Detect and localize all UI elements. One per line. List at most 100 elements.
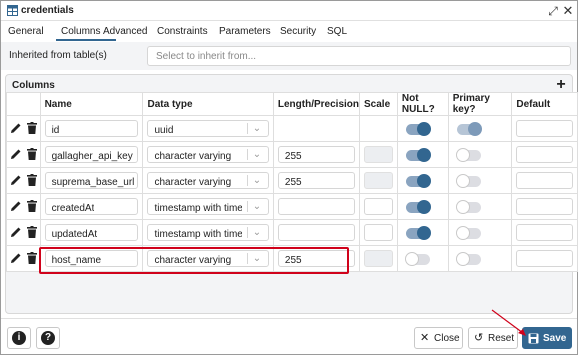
tab-general[interactable]: General bbox=[8, 26, 44, 37]
select-separator bbox=[246, 227, 248, 238]
chevron-down-icon[interactable]: ⌄ bbox=[251, 227, 263, 238]
data-type-select[interactable]: character varying ⌄ bbox=[147, 250, 269, 267]
length-input[interactable] bbox=[277, 198, 356, 215]
tab-columns[interactable]: Columns bbox=[61, 26, 100, 37]
primary-key-toggle[interactable] bbox=[455, 200, 481, 214]
default-input[interactable] bbox=[516, 120, 573, 137]
column-name-input[interactable]: createdAt bbox=[44, 198, 139, 215]
dialog-titlebar: credentials ⤢ ✕ bbox=[1, 1, 577, 21]
length-input[interactable]: 255 bbox=[277, 250, 356, 267]
tab-parameters[interactable]: Parameters bbox=[219, 26, 271, 37]
chevron-down-icon[interactable]: ⌄ bbox=[251, 253, 263, 264]
primary-key-toggle[interactable] bbox=[455, 252, 481, 266]
column-name-input[interactable]: suprema_base_url bbox=[44, 172, 139, 189]
primary-key-toggle[interactable] bbox=[456, 122, 482, 136]
edit-icon[interactable] bbox=[10, 174, 22, 186]
column-name-input[interactable]: updatedAt bbox=[44, 224, 139, 241]
data-type-select[interactable]: uuid ⌄ bbox=[147, 120, 269, 137]
edit-icon[interactable] bbox=[10, 226, 22, 238]
length-input[interactable]: 255 bbox=[277, 146, 356, 163]
edit-icon[interactable] bbox=[10, 148, 22, 160]
help-button[interactable]: ? bbox=[36, 327, 60, 349]
column-name-cell: suprema_base_url bbox=[39, 167, 144, 194]
scale-input[interactable] bbox=[364, 224, 393, 241]
column-name-input[interactable]: id bbox=[44, 120, 139, 137]
default-cell bbox=[511, 193, 578, 220]
data-type-select[interactable]: timestamp with time z... ⌄ bbox=[147, 224, 269, 241]
annotation-arrow bbox=[491, 309, 526, 336]
default-input[interactable] bbox=[516, 224, 573, 241]
close-button[interactable]: ✕ Close bbox=[414, 327, 463, 349]
not-null-toggle[interactable] bbox=[405, 148, 431, 162]
tab-sql[interactable]: SQL bbox=[327, 26, 347, 37]
column-name-cell: host_name bbox=[39, 245, 144, 272]
primary-key-toggle[interactable] bbox=[455, 174, 481, 188]
not-null-toggle[interactable] bbox=[404, 252, 430, 266]
header-not-null[interactable]: Not NULL? bbox=[396, 92, 449, 116]
default-input[interactable] bbox=[516, 198, 573, 215]
default-input[interactable] bbox=[516, 146, 573, 163]
column-name-value: host_name bbox=[51, 255, 102, 266]
edit-icon[interactable] bbox=[10, 122, 22, 134]
row-actions bbox=[6, 193, 41, 220]
table-row: id uuid ⌄ bbox=[6, 115, 578, 142]
tab-constraints[interactable]: Constraints bbox=[157, 26, 208, 37]
not-null-toggle[interactable] bbox=[405, 200, 431, 214]
toggle-knob bbox=[416, 148, 431, 162]
trash-icon[interactable] bbox=[27, 122, 37, 134]
header-scale[interactable]: Scale bbox=[359, 92, 398, 116]
trash-icon[interactable] bbox=[27, 148, 37, 160]
chevron-down-icon[interactable]: ⌄ bbox=[251, 201, 263, 212]
header-actions bbox=[6, 92, 41, 116]
primary-key-toggle[interactable] bbox=[455, 148, 481, 162]
select-separator bbox=[246, 123, 248, 134]
chevron-down-icon[interactable]: ⌄ bbox=[251, 149, 263, 160]
x-icon: ✕ bbox=[420, 332, 430, 344]
primary-key-cell bbox=[447, 219, 513, 246]
length-input[interactable]: 255 bbox=[277, 172, 356, 189]
tab-advanced[interactable]: Advanced bbox=[103, 26, 147, 37]
data-type-cell: timestamp with time z... ⌄ bbox=[142, 219, 274, 246]
column-name-input[interactable]: gallagher_api_key bbox=[44, 146, 139, 163]
header-data-type[interactable]: Data type bbox=[142, 92, 274, 116]
trash-icon[interactable] bbox=[27, 226, 37, 238]
column-name-input[interactable]: host_name bbox=[44, 250, 139, 267]
trash-icon[interactable] bbox=[27, 174, 37, 186]
not-null-toggle[interactable] bbox=[405, 226, 431, 240]
not-null-toggle[interactable] bbox=[405, 174, 431, 188]
length-cell bbox=[272, 115, 361, 142]
scale-input[interactable] bbox=[364, 198, 393, 215]
data-type-select[interactable]: character varying ⌄ bbox=[147, 146, 269, 163]
inherit-label: Inherited from table(s) bbox=[9, 50, 107, 61]
column-name-cell: gallagher_api_key bbox=[39, 141, 144, 168]
edit-icon[interactable] bbox=[10, 200, 22, 212]
data-type-select[interactable]: timestamp with time z... ⌄ bbox=[147, 198, 269, 215]
inherit-select[interactable]: Select to inherit from... bbox=[147, 46, 571, 66]
length-input[interactable] bbox=[277, 224, 356, 241]
default-input[interactable] bbox=[516, 172, 573, 189]
select-separator bbox=[246, 253, 248, 264]
trash-icon[interactable] bbox=[27, 200, 37, 212]
chevron-down-icon[interactable]: ⌄ bbox=[251, 175, 263, 186]
scale-input-disabled bbox=[364, 172, 393, 189]
header-length-precision[interactable]: Length/Precision bbox=[272, 92, 361, 116]
columns-section-title: Columns bbox=[12, 80, 55, 91]
header-primary-key[interactable]: Primary key? bbox=[447, 92, 513, 116]
header-name[interactable]: Name bbox=[39, 92, 144, 116]
edit-icon[interactable] bbox=[10, 252, 22, 264]
chevron-down-icon[interactable]: ⌄ bbox=[251, 123, 263, 134]
tab-security[interactable]: Security bbox=[280, 26, 316, 37]
trash-icon[interactable] bbox=[27, 252, 37, 264]
expand-icon[interactable]: ⤢ bbox=[546, 4, 560, 19]
toggle-knob bbox=[416, 200, 431, 214]
columns-grid: Name Data type Length/Precision Scale No… bbox=[6, 92, 578, 272]
close-icon[interactable]: ✕ bbox=[561, 3, 575, 19]
grid-header-row: Name Data type Length/Precision Scale No… bbox=[6, 92, 578, 116]
toggle-knob bbox=[455, 148, 470, 162]
not-null-toggle[interactable] bbox=[405, 122, 431, 136]
info-button[interactable]: i bbox=[7, 327, 31, 349]
header-default[interactable]: Default bbox=[511, 92, 578, 116]
primary-key-toggle[interactable] bbox=[455, 226, 481, 240]
default-input[interactable] bbox=[516, 250, 573, 267]
data-type-select[interactable]: character varying ⌄ bbox=[147, 172, 269, 189]
